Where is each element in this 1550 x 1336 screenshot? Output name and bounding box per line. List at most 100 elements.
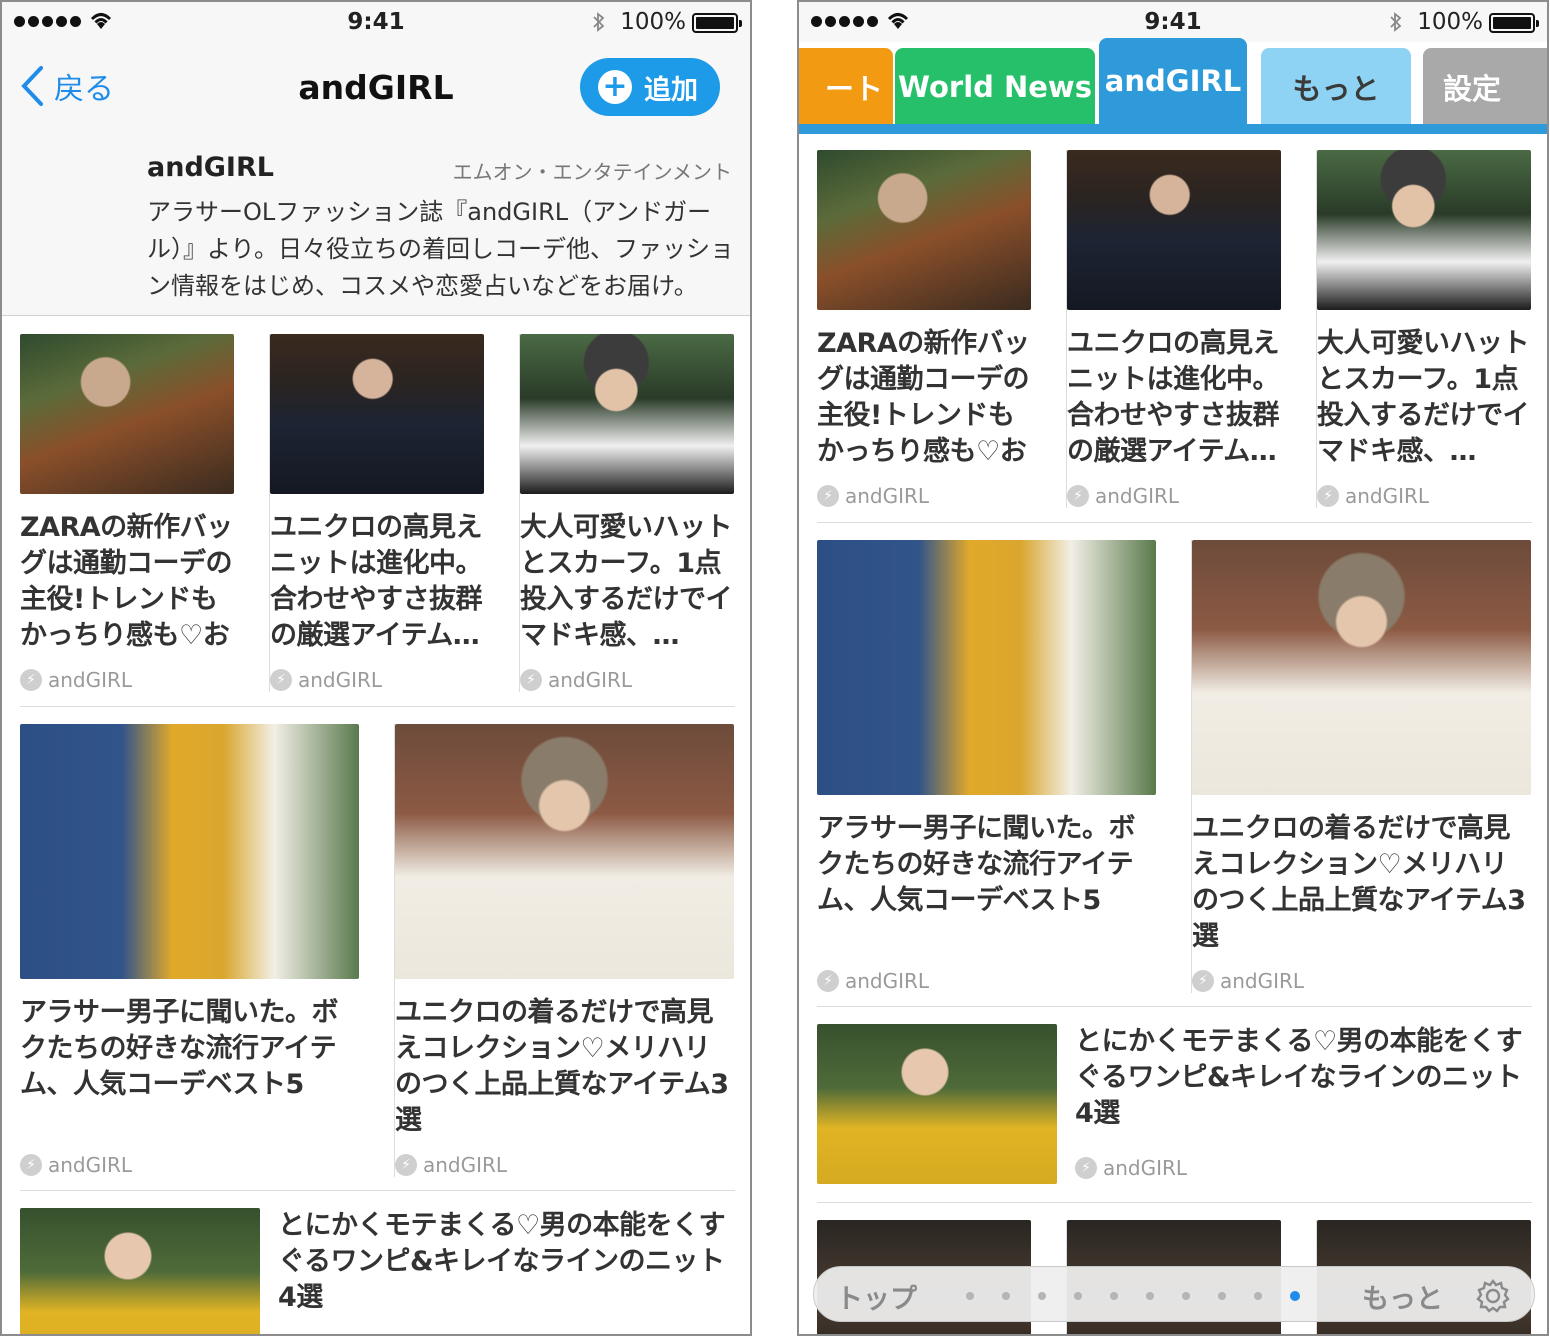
article-title: 大人可愛いハットとスカーフ。1点投入するだけでイマドキ感、… <box>1317 328 1530 467</box>
source-label: andGIRL <box>1095 484 1180 508</box>
source-label: andGIRL <box>48 1153 133 1177</box>
source-label: andGIRL <box>423 1153 508 1177</box>
page-dot[interactable] <box>1290 1291 1300 1301</box>
article-row-2: アラサー男子に聞いた。ボクたちの好きな流行アイテム、人気コーデベスト5 ⚡ and… <box>817 540 1532 993</box>
source-label: andGIRL <box>548 668 633 692</box>
source-label: andGIRL <box>298 668 383 692</box>
article-card[interactable]: ユニクロの着るだけで高見えコレクション♡メリハリのつく上品上質なアイテム3選 ⚡… <box>1192 540 1532 993</box>
article-thumbnail <box>395 724 734 979</box>
article-row-3: ZARAの新作バッグは通勤コーデの主役!トレンドもかっちり感も♡お仕事… ⚡ an… <box>20 334 735 692</box>
article-title: とにかくモテまくる♡男の本能をくすぐるワンピ&キレイなラインのニット4選 <box>1075 1026 1523 1129</box>
article-thumbnail <box>20 334 234 494</box>
article-card[interactable]: アラサー男子に聞いた。ボクたちの好きな流行アイテム、人気コーデベスト5 ⚡ and… <box>817 540 1192 993</box>
source-label: andGIRL <box>845 969 930 993</box>
lightning-icon: ⚡ <box>20 1154 42 1176</box>
article-card[interactable]: とにかくモテまくる♡男の本能をくすぐるワンピ&キレイなラインのニット4選 ⚡ an… <box>817 1024 1532 1186</box>
tab-andgirl[interactable]: andGIRL <box>1099 38 1247 124</box>
article-title: アラサー男子に聞いた。ボクたちの好きな流行アイテム、人気コーデベスト5 <box>20 997 339 1100</box>
article-source: ⚡ andGIRL <box>817 969 1155 993</box>
publisher-detail-screen: 9:41 100% 戻る andGIRL + 追加 andGIRL エムオン・エ… <box>0 0 752 1336</box>
article-title: ユニクロの高見えニットは進化中。合わせやすさ抜群の厳選アイテム… <box>270 512 483 651</box>
tab-more[interactable]: もっと <box>1261 48 1411 126</box>
lightning-icon: ⚡ <box>270 669 292 691</box>
divider <box>817 1202 1532 1203</box>
page-top-button[interactable]: トップ <box>836 1277 917 1316</box>
back-button[interactable]: 戻る <box>20 64 114 108</box>
source-label: andGIRL <box>845 484 930 508</box>
page-dot[interactable] <box>1182 1292 1190 1300</box>
article-card[interactable]: アラサー男子に聞いた。ボクたちの好きな流行アイテム、人気コーデベスト5 ⚡ and… <box>20 724 395 1177</box>
page-indicator-bar: トップ もっと <box>813 1266 1535 1322</box>
article-card[interactable]: ユニクロの着るだけで高見えコレクション♡メリハリのつく上品上質なアイテム3選 ⚡… <box>395 724 735 1177</box>
article-thumbnail <box>1067 150 1281 310</box>
source-label: andGIRL <box>1103 1156 1188 1180</box>
article-title: とにかくモテまくる♡男の本能をくすぐるワンピ&キレイなラインのニット4選 <box>278 1210 726 1313</box>
page-dot[interactable] <box>1254 1292 1262 1300</box>
article-card[interactable]: とにかくモテまくる♡男の本能をくすぐるワンピ&キレイなラインのニット4選 <box>20 1208 735 1334</box>
tab-indicator-strip <box>799 124 1547 134</box>
battery-percent: 100% <box>620 9 686 35</box>
page-dot[interactable] <box>1002 1292 1010 1300</box>
article-thumbnail <box>817 1024 1057 1184</box>
article-source: ⚡ andGIRL <box>1075 1156 1187 1180</box>
page-dot[interactable] <box>966 1292 974 1300</box>
chevron-left-icon <box>21 66 43 106</box>
article-card[interactable]: 大人可愛いハットとスカーフ。1点投入するだけでイマドキ感、… ⚡ andGIRL <box>520 334 735 692</box>
article-source: ⚡ andGIRL <box>1317 484 1532 508</box>
article-thumbnail <box>817 150 1031 310</box>
back-label: 戻る <box>54 72 114 107</box>
lightning-icon: ⚡ <box>520 669 542 691</box>
publisher-header: 9:41 100% 戻る andGIRL + 追加 andGIRL エムオン・エ… <box>2 2 750 316</box>
bluetooth-icon <box>593 12 605 32</box>
article-title: ZARAの新作バッグは通勤コーデの主役!トレンドもかっちり感も♡お仕事… <box>817 328 1030 467</box>
page-dot[interactable] <box>1146 1292 1154 1300</box>
article-card[interactable]: ユニクロの高見えニットは進化中。合わせやすさ抜群の厳選アイテム… ⚡ andGIR… <box>270 334 520 692</box>
page-dot[interactable] <box>1038 1292 1046 1300</box>
article-thumbnail <box>20 724 359 979</box>
article-title: ユニクロの着るだけで高見えコレクション♡メリハリのつく上品上質なアイテム3選 <box>395 997 729 1136</box>
article-source: ⚡ andGIRL <box>1192 969 1532 993</box>
page-dot[interactable] <box>1110 1292 1118 1300</box>
source-label: andGIRL <box>1345 484 1430 508</box>
article-title: アラサー男子に聞いた。ボクたちの好きな流行アイテム、人気コーデベスト5 <box>817 813 1136 916</box>
tab-art[interactable]: ート <box>799 48 893 126</box>
battery-percent: 100% <box>1417 9 1483 35</box>
page-dot[interactable] <box>1218 1292 1226 1300</box>
lightning-icon: ⚡ <box>20 669 42 691</box>
article-row-2: アラサー男子に聞いた。ボクたちの好きな流行アイテム、人気コーデベスト5 ⚡ and… <box>20 724 735 1177</box>
tab-label: 設定 <box>1443 72 1502 106</box>
lightning-icon: ⚡ <box>817 970 839 992</box>
lightning-icon: ⚡ <box>1067 485 1089 507</box>
tab-label: andGIRL <box>1104 64 1242 98</box>
tab-settings[interactable]: 設定 <box>1423 48 1547 126</box>
tab-label: World News <box>898 70 1092 104</box>
article-title: ユニクロの着るだけで高見えコレクション♡メリハリのつく上品上質なアイテム3選 <box>1192 813 1526 952</box>
publisher-name: andGIRL <box>147 152 274 183</box>
source-label: andGIRL <box>48 668 133 692</box>
article-card[interactable]: 大人可愛いハットとスカーフ。1点投入するだけでイマドキ感、… ⚡ andGIRL <box>1317 150 1532 508</box>
divider <box>20 1190 735 1191</box>
tab-label: もっと <box>1292 72 1380 106</box>
article-thumbnail <box>520 334 734 494</box>
article-thumbnail <box>1192 540 1531 795</box>
plus-icon: + <box>598 70 632 104</box>
article-source: ⚡ andGIRL <box>20 1153 358 1177</box>
channel-tabs: ート World News andGIRL もっと 設定 <box>799 38 1547 134</box>
article-title: ユニクロの高見えニットは進化中。合わせやすさ抜群の厳選アイテム… <box>1067 328 1280 467</box>
battery-icon <box>1489 13 1539 33</box>
tab-label: ート <box>824 72 883 106</box>
article-card[interactable]: ユニクロの高見えニットは進化中。合わせやすさ抜群の厳選アイテム… ⚡ andGIR… <box>1067 150 1317 508</box>
lightning-icon: ⚡ <box>1075 1157 1097 1179</box>
page-dot[interactable] <box>1074 1292 1082 1300</box>
page-more-button[interactable]: もっと <box>1362 1277 1443 1316</box>
add-button[interactable]: + 追加 <box>580 58 720 116</box>
article-source: ⚡ andGIRL <box>1067 484 1280 508</box>
tab-world-news[interactable]: World News <box>895 48 1095 126</box>
article-thumbnail <box>270 334 484 494</box>
page-dots <box>966 1291 1300 1301</box>
article-card[interactable]: ZARAの新作バッグは通勤コーデの主役!トレンドもかっちり感も♡お仕事… ⚡ an… <box>817 150 1067 508</box>
article-card[interactable]: ZARAの新作バッグは通勤コーデの主役!トレンドもかっちり感も♡お仕事… ⚡ an… <box>20 334 270 692</box>
gear-icon[interactable] <box>1474 1277 1512 1315</box>
lightning-icon: ⚡ <box>1192 970 1214 992</box>
battery-icon <box>692 13 742 33</box>
